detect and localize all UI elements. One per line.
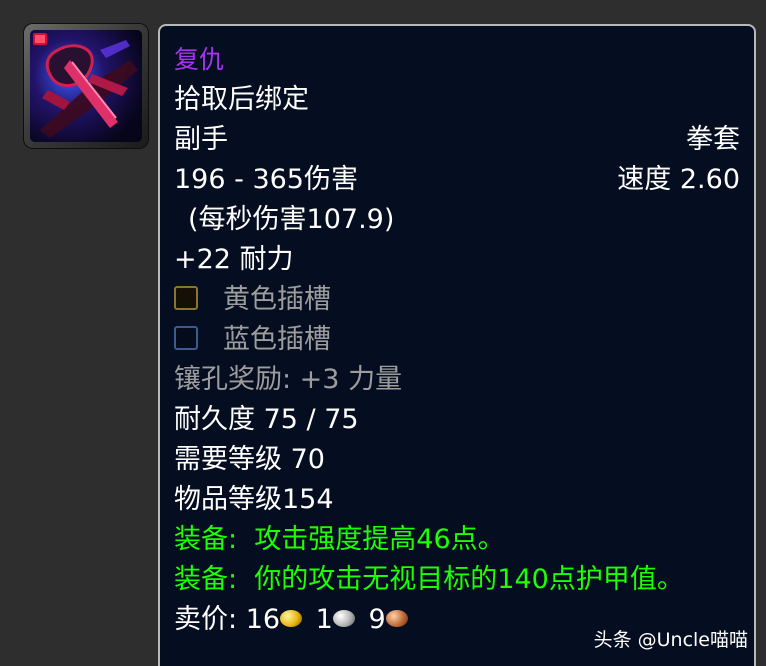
item-required-level: 需要等级 70 [174, 444, 325, 475]
item-damage: 196 - 365伤害 [174, 164, 358, 195]
socket-yellow-row: 黄色插槽 [174, 280, 740, 320]
item-speed: 速度 2.60 [617, 164, 740, 195]
item-tooltip: 复仇 拾取后绑定 副手 拳套 196 - 365伤害 速度 2.60 (每秒伤害… [158, 24, 756, 666]
item-damage-row: 196 - 365伤害 速度 2.60 [174, 160, 740, 200]
sell-silver: 1 [315, 604, 333, 635]
item-slot-row: 副手 拳套 [174, 120, 740, 160]
fist-weapon-icon [30, 30, 142, 142]
item-level: 物品等级154 [174, 484, 334, 515]
item-durability: 耐久度 75 / 75 [174, 404, 359, 435]
equip-2-text: 你的攻击无视目标的140点护甲值。 [254, 564, 684, 595]
equip-1-label: 装备: [174, 524, 238, 555]
silver-coin-icon [332, 610, 355, 627]
equip-effect-2: 装备: 你的攻击无视目标的140点护甲值。 [174, 560, 740, 600]
blue-socket-icon [174, 326, 198, 350]
equip-1-text: 攻击强度提高46点。 [254, 524, 505, 555]
item-name: 复仇 [174, 45, 225, 74]
copper-coin-icon [385, 610, 408, 627]
equip-2-label: 装备: [174, 564, 238, 595]
sell-copper: 9 [368, 604, 386, 635]
socket-blue-label: 蓝色插槽 [223, 324, 331, 355]
watermark: 头条 @Uncle喵喵 [593, 629, 748, 651]
yellow-socket-icon [174, 286, 198, 310]
item-binding: 拾取后绑定 [174, 84, 309, 115]
gold-coin-icon [280, 610, 303, 627]
item-slot: 副手 [174, 124, 228, 155]
socket-yellow-label: 黄色插槽 [223, 284, 331, 315]
item-stamina: +22 耐力 [174, 244, 294, 275]
socket-blue-row: 蓝色插槽 [174, 320, 740, 360]
item-icon-frame[interactable] [24, 24, 148, 148]
equip-effect-1: 装备: 攻击强度提高46点。 [174, 520, 740, 560]
item-type: 拳套 [686, 124, 740, 155]
socket-bonus: 镶孔奖励: +3 力量 [174, 364, 403, 395]
item-dps: (每秒伤害107.9) [188, 204, 395, 235]
sell-label: 卖价: [174, 604, 238, 635]
sell-gold: 16 [245, 604, 281, 635]
